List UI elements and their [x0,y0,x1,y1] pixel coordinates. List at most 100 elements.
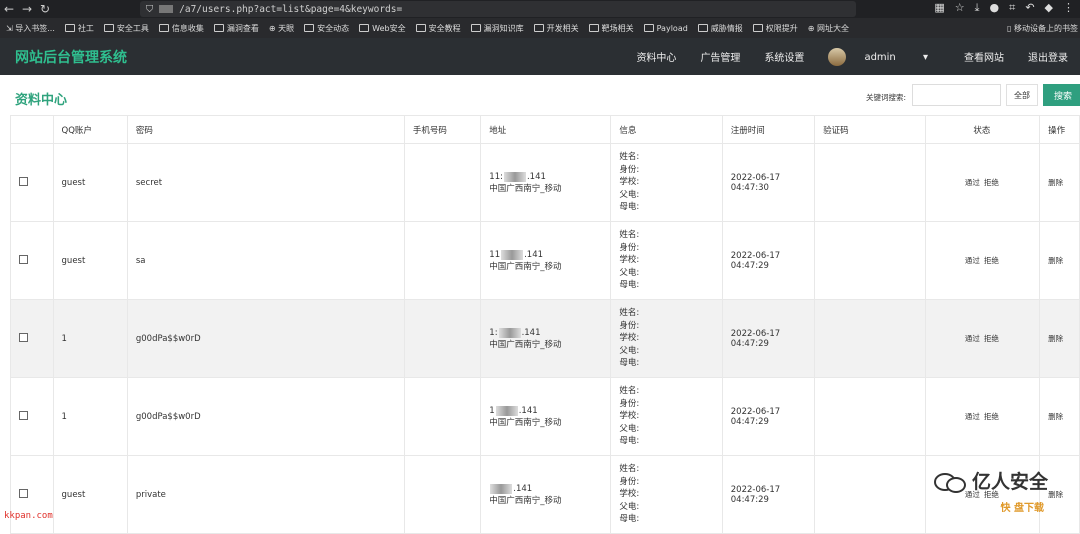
info-cell: 姓名: 身份: 学校: 父电: 母电: [610,221,723,300]
download-icon[interactable]: ⤓ [975,1,980,15]
bookmark-globe[interactable]: ⊕ 网址大全 [808,23,849,34]
approve-link[interactable]: 通过 [965,334,980,343]
phone-cell [403,299,482,378]
back-arrow-icon[interactable]: ← [0,2,18,16]
status-cell: 通过 拒绝 [924,377,1041,456]
row-checkbox[interactable] [19,332,28,342]
bookmark-folder[interactable]: 开发相关 [533,23,579,34]
actions-cell: 删除 [1039,377,1080,456]
search-button[interactable]: 搜索 [1043,84,1080,106]
bookmarks-bar: ⇲ 导入书签... 社工 安全工具 信息收集 漏洞查看 ⊕ 天眼 安全动态 We… [0,18,1080,38]
reject-link[interactable]: 拒绝 [984,178,999,187]
logout-link[interactable]: 退出登录 [1016,49,1080,64]
folder-icon [64,24,75,32]
redacted-host [159,5,174,13]
status-cell: 通过 拒绝 [924,221,1041,300]
folder-icon [470,24,481,32]
delete-link[interactable]: 删除 [1048,490,1063,499]
qq-cell: guest [52,221,128,300]
delete-link[interactable]: 删除 [1048,334,1063,343]
actions-cell: 删除 [1039,221,1080,300]
row-checkbox[interactable] [19,254,28,264]
approve-link[interactable]: 通过 [965,412,980,421]
qr-code-icon[interactable]: ▦ [934,1,944,15]
bookmark-folder[interactable]: Web安全 [359,23,406,34]
delete-link[interactable]: 删除 [1048,412,1063,421]
address-bar[interactable]: ⛉ /a7/users.php?act=list&page=4&keywords… [140,1,856,17]
browser-toolbar: ← → ↻ ⛉ /a7/users.php?act=list&page=4&ke… [0,0,1080,18]
star-icon[interactable]: ☆ [955,1,965,15]
bookmark-folder[interactable]: 安全动态 [304,23,349,34]
bookmark-folder[interactable]: 靶场相关 [588,23,634,34]
address-cell: 11: .141 中国广西南宁_移动 [480,143,612,222]
table-row: 1 g00dPa$$w0rD 1: .141 中国广西南宁_移动 姓名: 身份: 学校… [10,299,1080,378]
folder-icon [697,24,708,32]
shield-icon: ⛉ [146,3,154,15]
reject-link[interactable]: 拒绝 [984,256,999,265]
col-header-status: 状态 [924,115,1041,144]
col-header-captcha: 验证码 [814,115,926,144]
keyword-input[interactable] [912,84,1001,106]
view-site-link[interactable]: 查看网站 [952,49,1016,64]
users-table: QQ账户 密码 手机号码 地址 信息 注册时间 验证码 状态 操作 guest … [10,115,1080,534]
location: 中国广西南宁_移动 [489,183,562,194]
location: 中国广西南宁_移动 [489,417,562,428]
menu-icon[interactable]: ⋮ [1063,1,1074,15]
approve-link[interactable]: 通过 [965,256,980,265]
bookmark-folder[interactable]: Payload [643,24,688,33]
actions-cell: 删除 [1039,299,1080,378]
mobile-bookmarks[interactable]: ▯ 移动设备上的书签 [1007,23,1080,34]
watermark: 亿人安全 [933,467,1048,494]
actions-cell: 删除 [1039,143,1080,222]
info-cell: 姓名: 身份: 学校: 父电: 母电: [610,299,723,378]
bookmark-folder[interactable]: 社工 [64,23,94,34]
fox-icon[interactable]: ◆ [1045,1,1053,15]
nav-ads[interactable]: 广告管理 [688,49,752,64]
bookmark-folder[interactable]: 权限提升 [752,23,798,34]
bookmark-folder[interactable]: 安全工具 [103,23,149,34]
delete-link[interactable]: 删除 [1048,178,1063,187]
table-header-row: QQ账户 密码 手机号码 地址 信息 注册时间 验证码 状态 操作 [10,115,1080,144]
ip-address: 1.141 [489,405,538,416]
captcha-cell [814,377,926,456]
row-checkbox-cell [10,143,54,222]
row-checkbox-cell [10,299,54,378]
captcha-cell [814,143,926,222]
crop-icon[interactable]: ⌗ [1009,1,1015,15]
password-cell: sa [126,221,405,300]
bookmark-folder[interactable]: 漏洞知识库 [470,23,524,34]
username: admin [864,51,896,63]
bookmark-folder[interactable]: 威胁情报 [697,23,743,34]
captcha-cell [814,221,926,300]
user-menu[interactable]: admin ▾ [816,47,952,66]
folder-icon [103,24,114,32]
bookmark-folder[interactable]: 漏洞查看 [213,23,259,34]
watermark-small: 快 盘下载 [1000,503,1044,514]
nav-data-center[interactable]: 资料中心 [624,49,688,64]
all-button[interactable]: 全部 [1006,84,1038,106]
folder-icon [533,24,544,32]
nav-settings[interactable]: 系统设置 [752,49,816,64]
reload-icon[interactable]: ↻ [36,2,54,16]
row-checkbox[interactable] [19,176,28,186]
row-checkbox[interactable] [19,410,28,420]
folder-icon [588,24,599,32]
bookmark-folder[interactable]: 安全教程 [415,23,461,34]
bookmark-import[interactable]: ⇲ 导入书签... [6,23,55,34]
reject-link[interactable]: 拒绝 [984,334,999,343]
row-checkbox[interactable] [19,488,28,498]
bookmark-folder[interactable]: 信息收集 [158,23,204,34]
reject-link[interactable]: 拒绝 [984,412,999,421]
approve-link[interactable]: 通过 [965,178,980,187]
address-text: /a7/users.php?act=list&page=4&keywords= [179,3,403,15]
delete-link[interactable]: 删除 [1048,256,1063,265]
folder-icon [213,24,224,32]
bookmark-globe[interactable]: ⊕ 天眼 [269,23,294,34]
reg-time-cell: 2022-06-17 04:47:29 [721,377,816,456]
extension-icon[interactable]: ● [990,1,1000,15]
redacted-ip [498,327,521,338]
undo-icon[interactable]: ↶ [1025,1,1034,15]
col-header-info: 信息 [610,115,723,144]
password-cell: g00dPa$$w0rD [126,299,405,378]
forward-arrow-icon[interactable]: → [18,2,36,16]
